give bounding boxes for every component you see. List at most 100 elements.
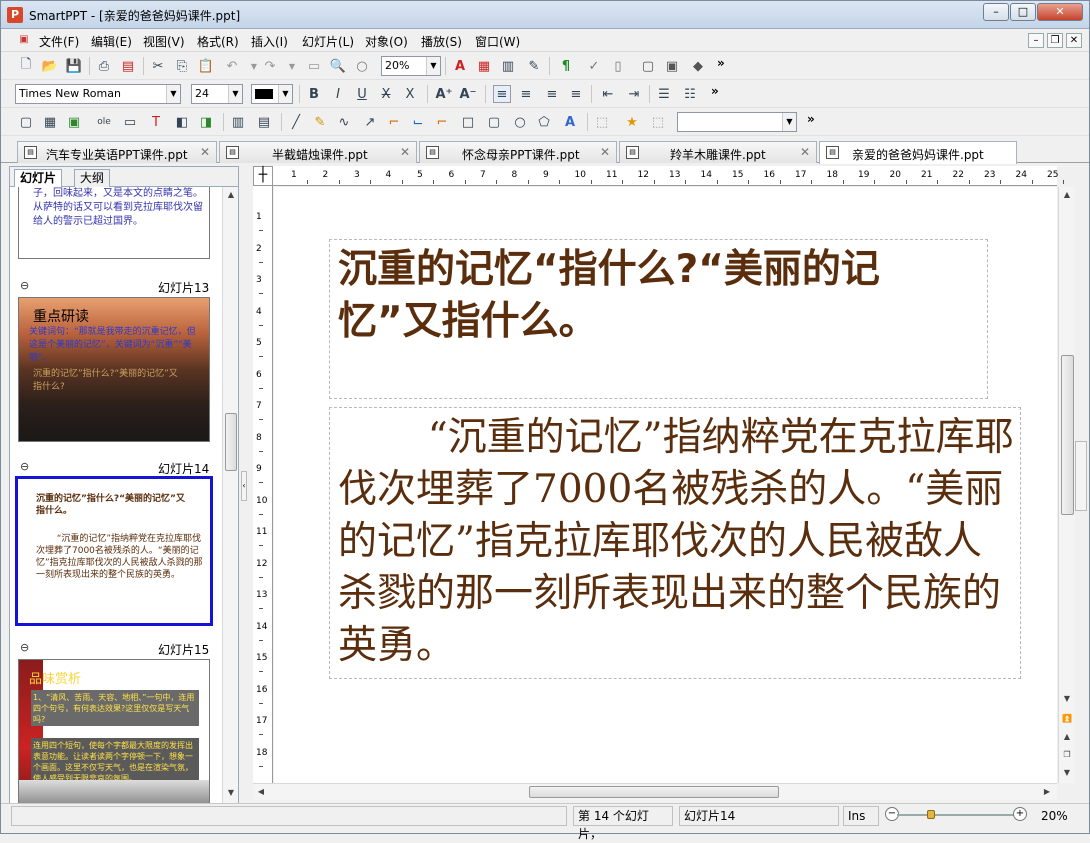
menu-window[interactable]: 窗口(W) <box>475 33 520 50</box>
body-placeholder[interactable]: “沉重的记忆”指纳粹党在克拉库耶伐次埋葬了7000名被残杀的人。“美丽的记忆”指… <box>329 407 1021 679</box>
zoom-slider[interactable] <box>897 810 1015 819</box>
menu-insert[interactable]: 插入(I) <box>251 33 288 50</box>
library-icon[interactable]: ◆ <box>689 57 707 75</box>
star-icon[interactable]: ★ <box>623 113 641 131</box>
curve-icon[interactable]: ∿ <box>335 113 353 131</box>
print-icon[interactable]: ⎙ <box>95 57 113 75</box>
minimize-button[interactable]: – <box>983 3 1009 21</box>
menu-edit[interactable]: 编辑(E) <box>91 33 132 50</box>
frame-icon[interactable]: ▭ <box>121 113 139 131</box>
align-center-icon[interactable]: ≡ <box>517 85 535 103</box>
insert-picture-icon[interactable]: ▦ <box>475 57 493 75</box>
slides-pane-scrollbar[interactable]: ▲ ▼ <box>222 187 238 803</box>
right-splitter[interactable] <box>1075 441 1087 511</box>
italic-icon[interactable]: I <box>329 85 347 103</box>
scrollbar-thumb[interactable] <box>529 786 779 798</box>
mdi-restore-button[interactable]: ❐ <box>1047 33 1063 48</box>
redo-icon[interactable]: ↷ <box>261 57 279 75</box>
scroll-right-icon[interactable]: ▶ <box>1039 784 1055 800</box>
slide-body-text[interactable]: “沉重的记忆”指纳粹党在克拉库耶伐次埋葬了7000名被残杀的人。“美丽的记忆”指… <box>338 412 1014 672</box>
doc-icon[interactable]: ▣ <box>17 32 31 46</box>
grow-font-icon[interactable]: A⁺ <box>435 85 453 103</box>
arrow-icon[interactable]: ↗ <box>361 113 379 131</box>
ole-object-icon[interactable]: ole <box>95 113 113 131</box>
line-icon[interactable]: ╱ <box>287 113 305 131</box>
menu-object[interactable]: 对象(O) <box>365 33 408 50</box>
ruler-corner[interactable]: ┼ <box>253 166 273 186</box>
curved-connector-icon[interactable]: ⌐ <box>433 113 451 131</box>
doc-tab[interactable]: ▤ 怀念母亲PPT课件.ppt ✕ <box>419 141 617 163</box>
doc-tab[interactable]: ▤ 羚羊木雕课件.ppt ✕ <box>619 141 817 163</box>
copy-icon[interactable]: ⎘ <box>173 57 191 75</box>
align-right-icon[interactable]: ≡ <box>543 85 561 103</box>
slide-title[interactable]: 沉重的记忆“指什么?“美丽的记忆”又指什么。 <box>338 244 978 348</box>
scroll-down-icon[interactable]: ▼ <box>223 785 239 801</box>
pane-splitter[interactable]: ‹ <box>241 471 247 501</box>
vertical-ruler[interactable]: 1 2 3 4 5 6 7 8 9 10 11 12 13 14 15 16 17 18 <box>253 186 273 800</box>
picture-icon[interactable]: ▣ <box>65 113 83 131</box>
menu-play[interactable]: 播放(S) <box>421 33 462 50</box>
justify-icon[interactable]: ≡ <box>567 85 585 103</box>
select-browse-object-icon[interactable]: ❐ <box>1059 747 1075 763</box>
doc-tab[interactable]: ▤ 汽车专业英语PPT课件.ppt ✕ <box>17 141 217 163</box>
paragraph-mark-icon[interactable]: ¶ <box>557 57 575 75</box>
chevron-down-icon[interactable]: ▼ <box>228 85 242 103</box>
mdi-minimize-button[interactable]: – <box>1028 33 1044 48</box>
underline-icon[interactable]: U <box>353 85 371 103</box>
scroll-up-icon[interactable]: ▲ <box>1059 187 1075 203</box>
mdi-close-button[interactable]: ✕ <box>1066 33 1082 48</box>
toolbar-more-icon[interactable]: » <box>717 56 725 70</box>
paste-icon[interactable]: 📋 <box>197 57 215 75</box>
slide-thumbnail-15[interactable]: 品味赏析 1、“清风、苦雨、天容、地相、”一句中，连用四个句号，有何表达效果?这… <box>18 659 210 805</box>
slide-thumbnail-14-selected[interactable]: 沉重的记忆”指什么?“美丽的记忆”又指什么。 “沉重的记忆”指纳粹党在克拉库耶伐… <box>15 476 213 626</box>
object-combo[interactable]: ▼ <box>677 112 797 132</box>
scroll-down-icon[interactable]: ▼ <box>1059 691 1075 707</box>
color-combo[interactable]: ▼ <box>251 84 293 104</box>
media-icon[interactable]: ◨ <box>197 113 215 131</box>
audio-icon[interactable]: ▤ <box>255 113 273 131</box>
previous-slide-icon[interactable]: ⏫ <box>1059 711 1075 727</box>
scrollbar-thumb[interactable] <box>1061 355 1074 515</box>
undo-icon[interactable]: ↶ <box>223 57 241 75</box>
open-icon[interactable]: 📂 <box>41 57 59 75</box>
rectangle-icon[interactable]: □ <box>459 113 477 131</box>
group-icon[interactable]: ⬚ <box>593 113 611 131</box>
app-icon[interactable]: P <box>7 7 23 23</box>
zoom-slider-knob[interactable] <box>927 810 935 819</box>
scrollbar-thumb[interactable] <box>225 413 237 471</box>
menu-file[interactable]: 文件(F) <box>39 33 79 50</box>
elbow-connector-icon[interactable]: ⌙ <box>409 113 427 131</box>
strikethrough-icon[interactable]: X <box>377 85 395 103</box>
chevron-down-icon[interactable]: ▼ <box>166 85 180 103</box>
increase-indent-icon[interactable]: ⇥ <box>625 85 643 103</box>
menu-slide[interactable]: 幻灯片(L) <box>302 33 354 50</box>
magnifier-icon[interactable]: ○ <box>353 57 371 75</box>
shrink-font-icon[interactable]: A⁻ <box>459 85 477 103</box>
bold-icon[interactable]: B <box>305 85 323 103</box>
doc-tab-active[interactable]: ▤ 亲爱的爸爸妈妈课件.ppt <box>819 141 1017 164</box>
canvas-vscrollbar[interactable]: ▲ ▼ ⏫ ▲ ❐ ▼ <box>1058 187 1075 783</box>
format-painter-icon[interactable]: ✎ <box>525 57 543 75</box>
doc-tab[interactable]: ▤ 半截蜡烛课件.ppt ✕ <box>219 141 417 163</box>
slide-thumbnail-12[interactable]: 子，回味起来，又是本文的点睛之笔。从萨特的话又可以看到克拉库耶伐次留给人的警示已… <box>18 187 210 259</box>
redo-dropdown-icon[interactable]: ▼ <box>283 57 301 75</box>
slide-thumbnail-13[interactable]: 重点研读 关键词句：“那就是我带走的沉重记忆，但这是个美丽的记忆”，关键词为“沉… <box>18 297 210 442</box>
next-page-icon[interactable]: ▼ <box>1059 765 1075 781</box>
decrease-indent-icon[interactable]: ⇤ <box>599 85 617 103</box>
slide-icon[interactable]: ▣ <box>663 57 681 75</box>
scroll-left-icon[interactable]: ◀ <box>253 784 269 800</box>
page-setup-icon[interactable]: ▭ <box>305 57 323 75</box>
scroll-up-icon[interactable]: ▲ <box>223 187 239 203</box>
toolbar-more-icon[interactable]: » <box>807 112 815 126</box>
freehand-icon[interactable]: ✎ <box>311 113 329 131</box>
horizontal-ruler[interactable]: 1 2 3 4 5 6 7 8 9 10 11 12 13 14 15 16 17 18 19 20 21 22 23 24 2… <box>273 166 1064 186</box>
shapes-icon[interactable]: ⬠ <box>535 113 553 131</box>
previous-page-icon[interactable]: ▲ <box>1059 729 1075 745</box>
zoom-combo[interactable]: 20% ▼ <box>381 56 441 76</box>
align-left-icon[interactable]: ≡ <box>493 85 511 103</box>
text-color-icon[interactable]: A <box>451 57 469 75</box>
connector-icon[interactable]: ⌐ <box>385 113 403 131</box>
textbox-icon[interactable]: ▢ <box>17 113 35 131</box>
pdf-icon[interactable]: ▤ <box>119 57 137 75</box>
spell-check-icon[interactable]: ✓ <box>585 57 603 75</box>
